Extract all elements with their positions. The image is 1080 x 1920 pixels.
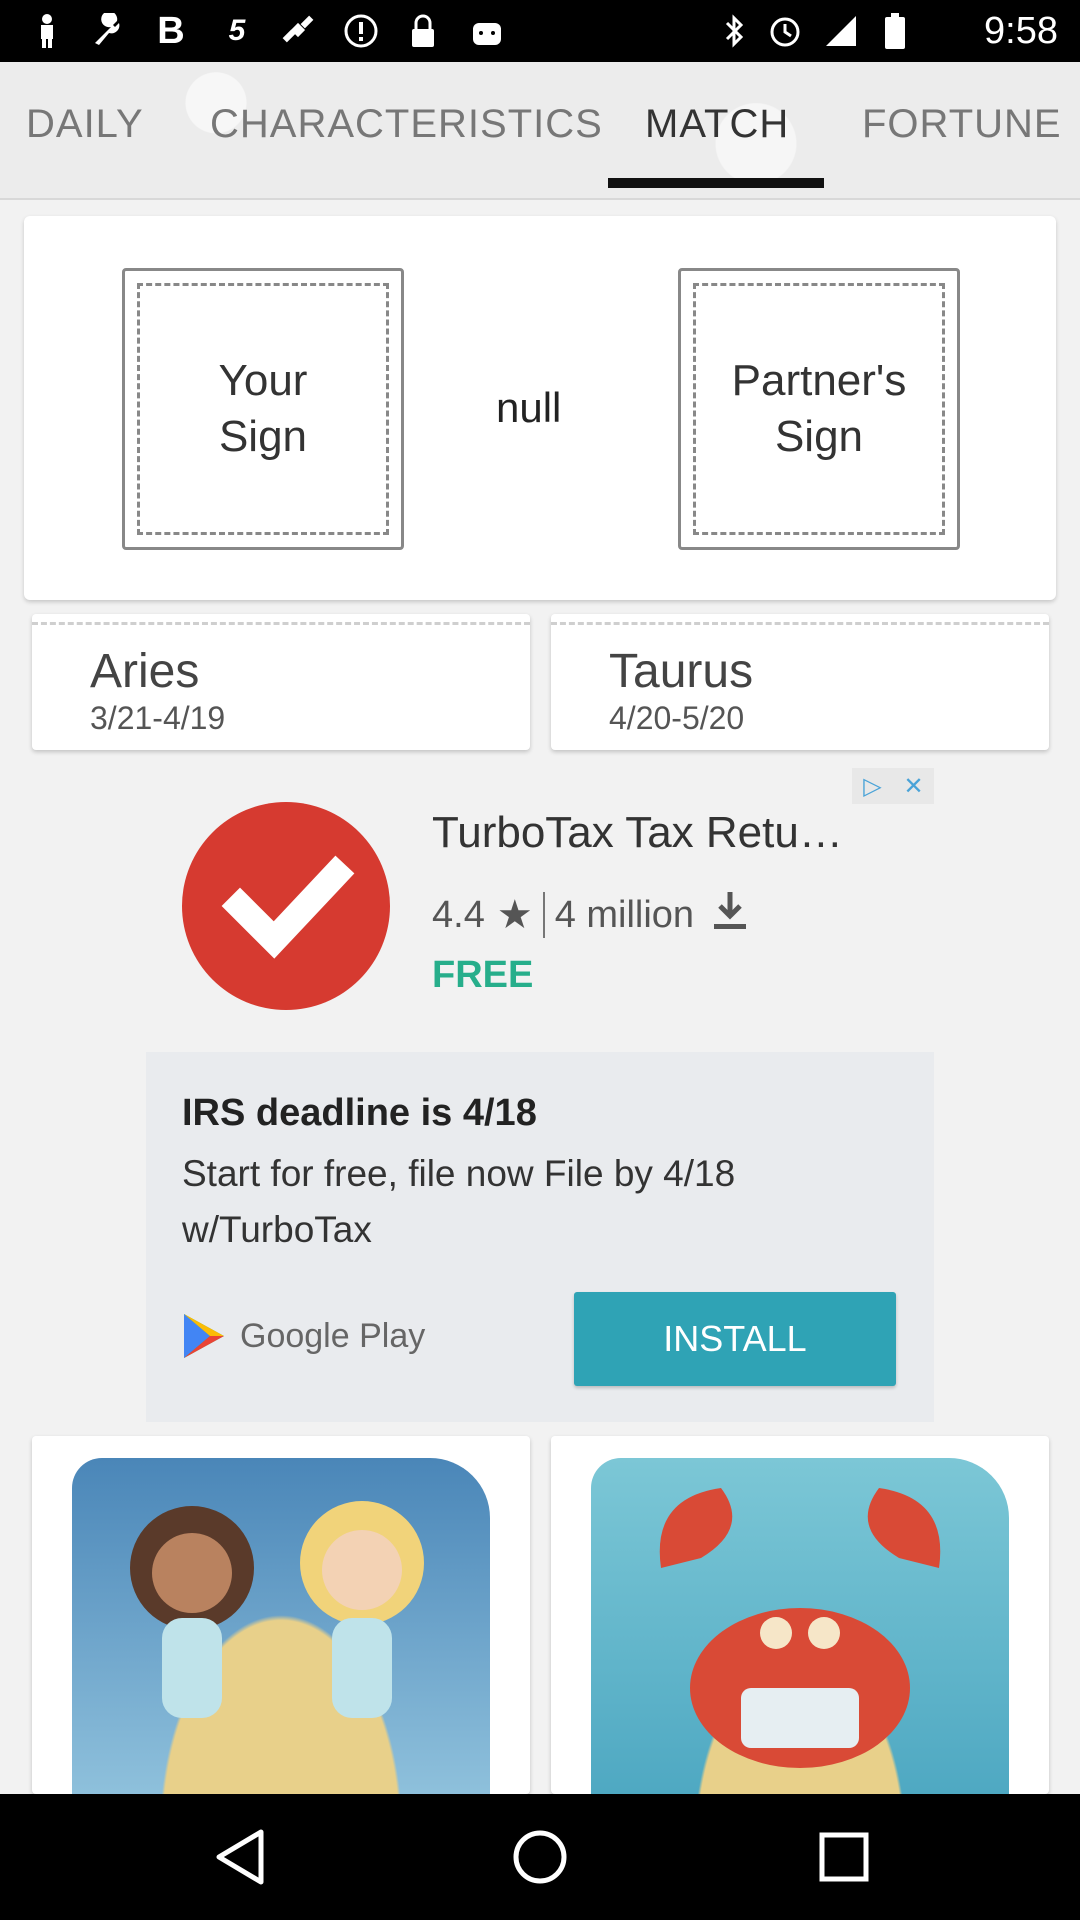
google-play-badge: Google Play xyxy=(182,1312,425,1360)
navigation-bar xyxy=(0,1794,1080,1920)
store-name: Google Play xyxy=(240,1316,426,1355)
card-divider xyxy=(32,622,530,625)
partner-sign-label: Partner's Sign xyxy=(731,356,907,461)
google-play-icon xyxy=(184,1314,224,1358)
wrench-icon xyxy=(88,12,126,50)
sign-dates: 3/21-4/19 xyxy=(90,700,226,736)
match-result-text: null xyxy=(496,384,562,431)
tab-bar: DAILY CHARACTERISTICS MATCH FORTUNE xyxy=(0,62,1080,200)
ad-downloads: 4 million xyxy=(554,893,695,936)
android-icon xyxy=(468,12,506,50)
bluetooth-icon xyxy=(716,12,754,50)
sign-name: Taurus xyxy=(609,645,754,698)
sprint-icon: 5 xyxy=(228,14,246,47)
back-icon[interactable] xyxy=(206,1824,272,1890)
lock-icon xyxy=(404,12,442,50)
your-sign-label: Your Sign xyxy=(218,356,308,461)
your-sign-slot[interactable]: Your Sign xyxy=(122,268,404,550)
tab-characteristics[interactable]: CHARACTERISTICS xyxy=(210,102,603,147)
alarm-icon xyxy=(766,12,804,50)
satellite-icon xyxy=(280,12,318,50)
tab-match[interactable]: MATCH xyxy=(645,102,789,147)
ad-rating: 4.4 xyxy=(432,893,485,936)
cancer-crab-illustration xyxy=(591,1458,1009,1794)
home-icon[interactable] xyxy=(507,1824,573,1890)
ad-title[interactable]: TurboTax Tax Retu… xyxy=(432,808,843,858)
sign-card-aries[interactable]: Aries 3/21-4/19 xyxy=(32,614,530,750)
ad-choices[interactable]: ▷ ✕ xyxy=(852,768,934,804)
tab-indicator xyxy=(608,178,824,188)
card-divider xyxy=(551,622,1049,625)
ad-info-icon[interactable]: ▷ xyxy=(852,768,893,804)
sign-name: Aries xyxy=(90,645,200,698)
tab-fortune[interactable]: FORTUNE xyxy=(862,102,1062,147)
turbotax-logo-icon[interactable] xyxy=(182,802,390,1010)
match-card: Your Sign null Partner's Sign xyxy=(24,216,1056,600)
signal-icon xyxy=(822,12,860,50)
meta-separator xyxy=(542,892,545,938)
sign-dates: 4/20-5/20 xyxy=(609,700,745,736)
recents-icon[interactable] xyxy=(811,1824,877,1890)
ad-meta: 4.4 ★ 4 million xyxy=(432,890,748,940)
tab-daily[interactable]: DAILY xyxy=(26,102,144,147)
sign-card-taurus[interactable]: Taurus 4/20-5/20 xyxy=(551,614,1049,750)
gemini-illustration xyxy=(72,1458,490,1794)
person-icon xyxy=(28,12,66,50)
partner-sign-slot[interactable]: Partner's Sign xyxy=(678,268,960,550)
status-time: 9:58 xyxy=(984,10,1058,52)
ad-headline: IRS deadline is 4/18 xyxy=(182,1092,537,1134)
status-bar: B 5 9:58 xyxy=(0,0,1080,62)
ad-close-icon[interactable]: ✕ xyxy=(893,768,934,804)
gemini-card[interactable] xyxy=(32,1436,530,1794)
star-icon: ★ xyxy=(496,893,533,937)
download-icon xyxy=(712,890,748,940)
cancer-card[interactable] xyxy=(551,1436,1049,1794)
ad-body: Start for free, file now File by 4/18 w/… xyxy=(182,1153,736,1250)
install-button[interactable]: INSTALL xyxy=(574,1292,896,1386)
alert-icon xyxy=(342,12,380,50)
ad-panel[interactable]: IRS deadline is 4/18 Start for free, fil… xyxy=(146,1052,934,1422)
battery-icon xyxy=(876,12,914,50)
ad-price: FREE xyxy=(432,954,534,996)
bold-b-icon: B xyxy=(157,9,185,52)
